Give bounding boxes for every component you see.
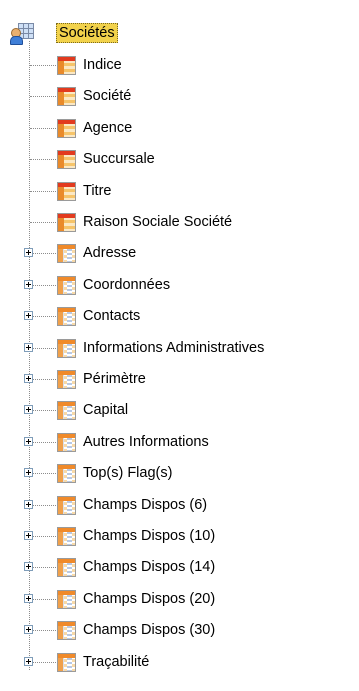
tree-branch-line — [30, 316, 56, 317]
tree-item-label[interactable]: Capital — [81, 401, 130, 419]
tree-branch-line — [30, 379, 56, 380]
tree-item-label[interactable]: Titre — [81, 182, 113, 200]
group-table-icon — [57, 621, 76, 640]
tree-root-label[interactable]: Sociétés — [56, 23, 118, 43]
tree-branch-line — [30, 253, 56, 254]
tree-item[interactable]: Raison Sociale Société — [0, 207, 359, 238]
group-table-icon — [57, 276, 76, 295]
field-table-icon — [57, 213, 76, 232]
tree-item[interactable]: Contacts — [0, 301, 359, 332]
tree-item[interactable]: Autres Informations — [0, 427, 359, 458]
tree-item[interactable]: Champs Dispos (6) — [0, 490, 359, 521]
tree-branch-line — [30, 65, 56, 66]
group-table-icon — [57, 527, 76, 546]
tree-branch-line — [30, 128, 56, 129]
tree-item-label[interactable]: Champs Dispos (30) — [81, 621, 217, 639]
tree-item[interactable]: Champs Dispos (30) — [0, 615, 359, 646]
tree-item[interactable]: Succursale — [0, 144, 359, 175]
tree-item[interactable]: Périmètre — [0, 364, 359, 395]
tree-item-label[interactable]: Traçabilité — [81, 653, 151, 671]
tree-branch-line — [30, 599, 56, 600]
tree-item-label[interactable]: Autres Informations — [81, 433, 211, 451]
tree-item-label[interactable]: Adresse — [81, 244, 138, 262]
expand-plus-icon[interactable] — [24, 500, 33, 509]
tree-item[interactable]: Adresse — [0, 238, 359, 269]
tree-branch-line — [30, 222, 56, 223]
tree-item-label[interactable]: Champs Dispos (20) — [81, 590, 217, 608]
group-table-icon — [57, 307, 76, 326]
expand-plus-icon[interactable] — [24, 594, 33, 603]
tree-item-label[interactable]: Champs Dispos (14) — [81, 558, 217, 576]
tree-item-label[interactable]: Champs Dispos (10) — [81, 527, 217, 545]
tree-branch-line — [30, 442, 56, 443]
field-table-icon — [57, 150, 76, 169]
tree-branch-line — [30, 505, 56, 506]
tree-branch-line — [30, 285, 56, 286]
expand-plus-icon[interactable] — [24, 562, 33, 571]
tree-item[interactable]: Agence — [0, 113, 359, 144]
tree-item-label[interactable]: Top(s) Flag(s) — [81, 464, 174, 482]
tree-branch-line — [30, 191, 56, 192]
field-table-icon — [57, 182, 76, 201]
group-table-icon — [57, 653, 76, 672]
tree-item-label[interactable]: Coordonnées — [81, 276, 172, 294]
tree-item[interactable]: Coordonnées — [0, 270, 359, 301]
table-user-icon — [10, 21, 34, 45]
tree-item[interactable]: Informations Administratives — [0, 333, 359, 364]
tree-item-label[interactable]: Succursale — [81, 150, 157, 168]
group-table-icon — [57, 339, 76, 358]
tree-item[interactable]: Champs Dispos (10) — [0, 521, 359, 552]
tree-item-label[interactable]: Raison Sociale Société — [81, 213, 234, 231]
expand-plus-icon[interactable] — [24, 374, 33, 383]
expand-plus-icon[interactable] — [24, 625, 33, 634]
tree-item-label[interactable]: Indice — [81, 56, 124, 74]
tree-branch-line — [30, 536, 56, 537]
tree-view[interactable]: Sociétés Indice Société Agence Succursale Ti… — [0, 0, 359, 691]
tree-branch-line — [30, 567, 56, 568]
group-table-icon — [57, 370, 76, 389]
tree-branch-line — [30, 662, 56, 663]
group-table-icon — [57, 433, 76, 452]
expand-plus-icon[interactable] — [24, 248, 33, 257]
tree-branch-line — [30, 159, 56, 160]
expand-plus-icon[interactable] — [24, 405, 33, 414]
tree-item[interactable]: Société — [0, 81, 359, 112]
tree-item-label[interactable]: Informations Administratives — [81, 339, 266, 357]
group-table-icon — [57, 401, 76, 420]
tree-item[interactable]: Top(s) Flag(s) — [0, 458, 359, 489]
field-table-icon — [57, 87, 76, 106]
expand-plus-icon[interactable] — [24, 343, 33, 352]
tree-branch-line — [30, 348, 56, 349]
expand-plus-icon[interactable] — [24, 311, 33, 320]
tree-branch-line — [30, 410, 56, 411]
tree-item[interactable]: Titre — [0, 176, 359, 207]
expand-plus-icon[interactable] — [24, 468, 33, 477]
field-table-icon — [57, 56, 76, 75]
tree-item[interactable]: Champs Dispos (14) — [0, 552, 359, 583]
tree-branch-line — [30, 473, 56, 474]
tree-item-label[interactable]: Contacts — [81, 307, 142, 325]
group-table-icon — [57, 464, 76, 483]
tree-item[interactable]: Capital — [0, 395, 359, 426]
expand-plus-icon[interactable] — [24, 437, 33, 446]
field-table-icon — [57, 119, 76, 138]
expand-plus-icon[interactable] — [24, 280, 33, 289]
tree-item[interactable]: Traçabilité — [0, 647, 359, 678]
tree-item[interactable]: Champs Dispos (20) — [0, 584, 359, 615]
tree-branch-line — [30, 630, 56, 631]
expand-plus-icon[interactable] — [24, 657, 33, 666]
tree-item-label[interactable]: Société — [81, 87, 133, 105]
tree-item-label[interactable]: Périmètre — [81, 370, 148, 388]
group-table-icon — [57, 590, 76, 609]
tree-item[interactable]: Indice — [0, 50, 359, 81]
tree-branch-line — [30, 96, 56, 97]
group-table-icon — [57, 244, 76, 263]
tree-root-node[interactable]: Sociétés — [0, 18, 359, 49]
tree-item-label[interactable]: Champs Dispos (6) — [81, 496, 209, 514]
group-table-icon — [57, 558, 76, 577]
tree-item-label[interactable]: Agence — [81, 119, 134, 137]
group-table-icon — [57, 496, 76, 515]
expand-plus-icon[interactable] — [24, 531, 33, 540]
